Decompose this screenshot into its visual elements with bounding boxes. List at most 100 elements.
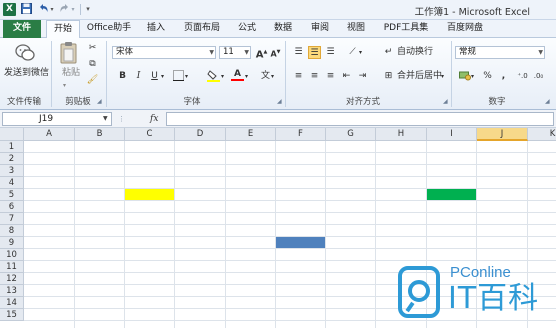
formula-input[interactable] [166,112,554,126]
filled-cell-I5[interactable] [427,189,476,200]
row-header-5[interactable]: 5 [0,189,24,201]
increase-decimal-icon[interactable]: ⁺.0 [516,70,529,83]
group-separator [451,41,452,107]
orientation-dropdown-icon[interactable]: ▾ [359,47,362,59]
border-dropdown-icon[interactable]: ▾ [185,71,188,83]
row-header-7[interactable]: 7 [0,213,24,225]
row-header-10[interactable]: 10 [0,249,24,261]
window-title: 工作簿1 - Microsoft Excel [414,7,530,18]
font-size-dropdown-icon[interactable]: ▼ [244,47,249,58]
row-header-2[interactable]: 2 [0,153,24,165]
row-header-3[interactable]: 3 [0,165,24,177]
orientation-icon[interactable]: ⟋ [346,46,359,59]
number-format-dropdown-icon[interactable]: ▼ [538,47,543,58]
tab-office-assistant[interactable]: Office助手 [84,20,134,38]
underline-dropdown-icon[interactable]: ▾ [161,71,164,83]
number-launcher-icon[interactable]: ◢ [545,98,550,105]
column-header-D[interactable]: D [175,128,226,141]
paste-icon[interactable] [58,41,80,65]
tab-baidu-netdisk[interactable]: 百度网盘 [438,20,492,38]
accounting-dropdown-icon[interactable]: ▾ [471,71,474,83]
shrink-font-button[interactable]: A▼ [269,46,282,59]
column-header-C[interactable]: C [125,128,175,141]
align-bottom-icon[interactable]: ☰ [324,46,337,59]
column-header-A[interactable]: A [24,128,75,141]
paste-dropdown-icon[interactable]: ▾ [63,80,66,92]
number-format-combo[interactable]: 常规 ▼ [455,46,545,59]
merge-center-dropdown-icon[interactable]: ▾ [441,71,444,83]
fill-color-icon[interactable] [207,69,220,82]
font-launcher-icon[interactable]: ◢ [277,98,282,105]
font-color-icon[interactable]: A [231,69,244,82]
format-painter-icon[interactable]: 🖌 [86,74,99,87]
name-box-dropdown-icon[interactable]: ▼ [103,115,108,122]
underline-button[interactable]: U [148,70,161,83]
wrap-text-icon[interactable]: ↵ [382,46,395,59]
clipboard-launcher-icon[interactable]: ◢ [97,98,102,105]
tab-home[interactable]: 开始 [46,20,80,39]
tab-file[interactable]: 文件 [3,20,41,38]
send-to-wechat-button[interactable]: 发送到微信 [4,67,49,79]
copy-icon[interactable]: ⧉ [86,58,99,71]
border-icon[interactable] [172,70,185,83]
row-header-13[interactable]: 13 [0,285,24,297]
row-header-12[interactable]: 12 [0,273,24,285]
row-header-1[interactable]: 1 [0,141,24,153]
tab-formulas[interactable]: 公式 [232,20,262,38]
column-header-J[interactable]: J [477,128,528,141]
bold-button[interactable]: B [116,70,129,83]
phonetic-dropdown-icon[interactable]: ▾ [271,71,274,83]
filled-cell-F9[interactable] [276,237,325,248]
align-top-icon[interactable]: ☰ [292,46,305,59]
wechat-icon[interactable] [14,42,36,64]
row-header-4[interactable]: 4 [0,177,24,189]
decrease-decimal-icon[interactable]: .0₀ [532,70,545,83]
row-header-15[interactable]: 15 [0,309,24,321]
grow-font-button[interactable]: A▲ [255,46,268,60]
tab-pdf-tools[interactable]: PDF工具集 [378,20,434,38]
filled-cell-C5[interactable] [125,189,174,200]
select-all-corner[interactable] [0,128,24,141]
align-middle-icon[interactable]: ☰ [308,46,321,59]
column-header-F[interactable]: F [276,128,326,141]
percent-style-button[interactable]: % [481,70,494,83]
font-color-dropdown-icon[interactable]: ▾ [245,71,248,83]
align-left-icon[interactable]: ≡ [292,70,305,83]
cut-icon[interactable]: ✂ [86,42,99,55]
fill-color-dropdown-icon[interactable]: ▾ [221,71,224,83]
font-size-combo[interactable]: 11 ▼ [219,46,251,59]
font-name-combo[interactable]: 宋体 ▼ [112,46,216,59]
insert-function-button[interactable]: fx [150,112,164,126]
column-header-E[interactable]: E [226,128,276,141]
italic-button[interactable]: I [132,70,145,83]
tab-data[interactable]: 数据 [266,20,300,38]
row-header-14[interactable]: 14 [0,297,24,309]
formula-bar-grip-icon[interactable]: ⋮ [118,113,128,125]
tab-page-layout[interactable]: 页面布局 [176,20,228,38]
name-box[interactable]: J19 [2,112,112,126]
align-center-icon[interactable]: ≡ [308,70,321,83]
alignment-launcher-icon[interactable]: ◢ [443,98,448,105]
font-name-dropdown-icon[interactable]: ▼ [209,47,214,58]
tab-insert[interactable]: 插入 [140,20,172,38]
tab-view[interactable]: 视图 [340,20,372,38]
column-header-I[interactable]: I [427,128,477,141]
align-right-icon[interactable]: ≡ [324,70,337,83]
row-header-9[interactable]: 9 [0,237,24,249]
merge-center-button[interactable]: 合并后居中 [397,70,442,82]
comma-style-button[interactable]: , [497,70,510,83]
tab-review[interactable]: 审阅 [304,20,336,38]
column-header-B[interactable]: B [75,128,125,141]
accounting-format-icon[interactable] [458,70,471,83]
row-header-8[interactable]: 8 [0,225,24,237]
row-header-11[interactable]: 11 [0,261,24,273]
merge-center-icon[interactable]: ⊞ [382,70,395,83]
increase-indent-icon[interactable]: ⇥ [356,70,369,83]
decrease-indent-icon[interactable]: ⇤ [340,70,353,83]
column-header-K[interactable]: K [528,128,556,141]
wrap-text-button[interactable]: 自动换行 [397,46,433,58]
row-header-6[interactable]: 6 [0,201,24,213]
column-header-G[interactable]: G [326,128,376,141]
paste-button[interactable]: 粘贴 [62,67,80,79]
column-header-H[interactable]: H [376,128,427,141]
